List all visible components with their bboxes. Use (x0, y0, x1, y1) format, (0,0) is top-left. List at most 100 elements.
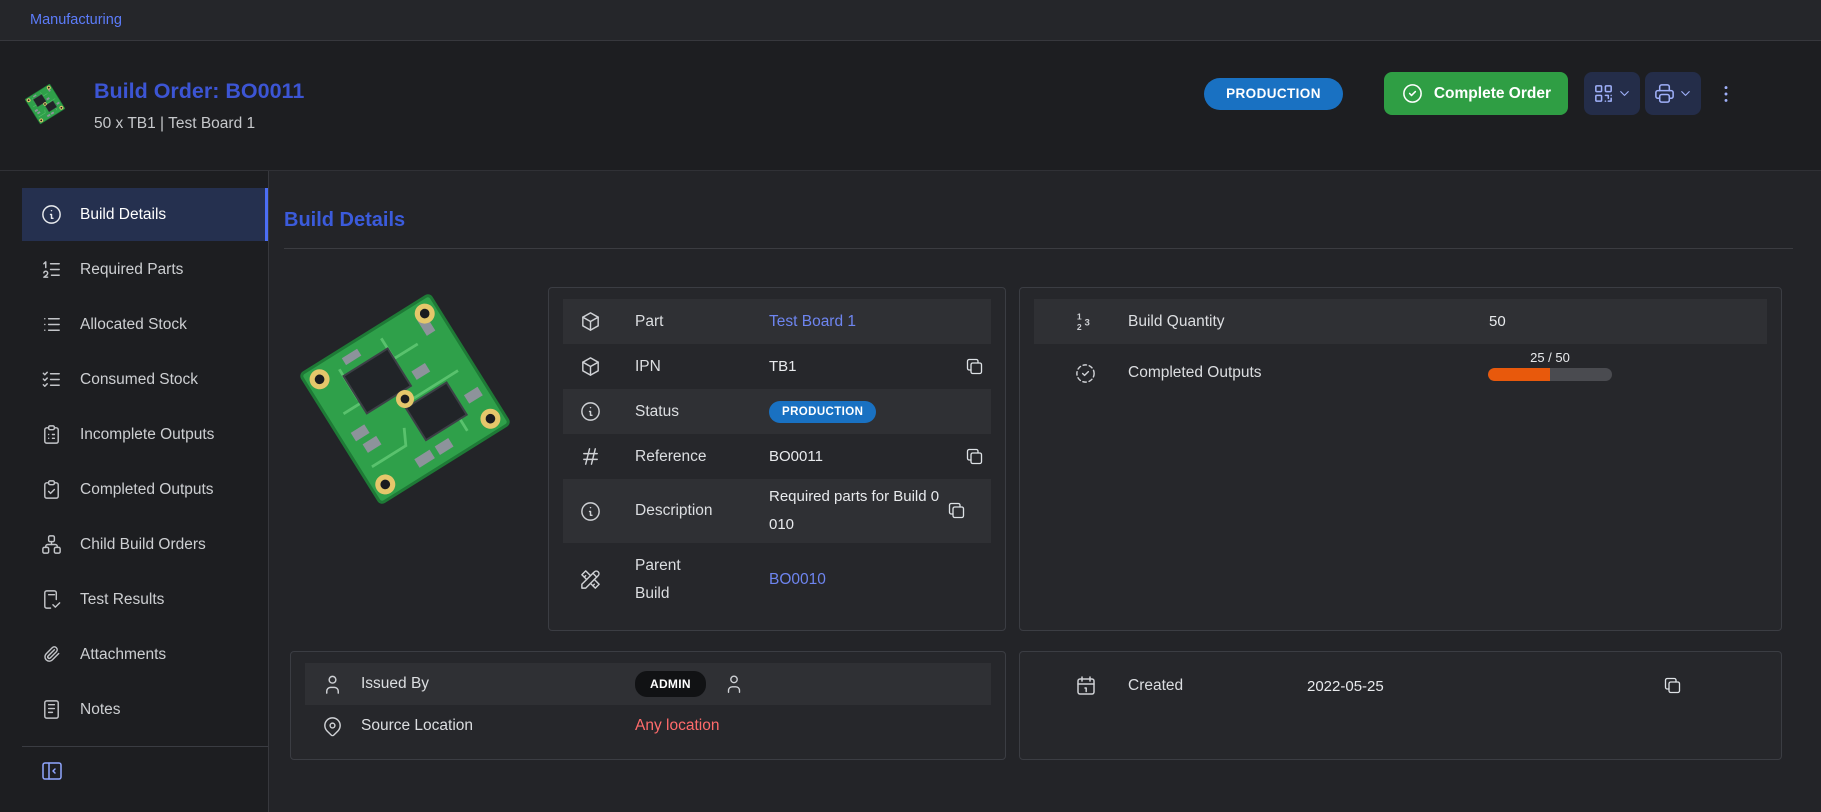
header-actions: PRODUCTION Complete Order (1204, 72, 1737, 115)
status-badge: PRODUCTION (769, 401, 876, 423)
breadcrumb-manufacturing-link[interactable]: Manufacturing (30, 12, 122, 28)
sidebar-item-label: Allocated Stock (80, 316, 187, 334)
copy-button[interactable] (963, 356, 985, 378)
part-image (285, 279, 525, 519)
sidebar-item-incomplete-outputs[interactable]: Incomplete Outputs (22, 408, 268, 461)
created-value: 2022-05-25 (1307, 678, 1384, 695)
table-row-parent-build: Parent Build BO0010 (563, 543, 991, 616)
sidebar-item-build-details[interactable]: Build Details (22, 188, 268, 241)
description-value: Required parts for Build 0010 (769, 483, 945, 539)
sidebar-item-notes[interactable]: Notes (22, 683, 268, 736)
map-pin-icon (321, 715, 344, 738)
table-row-part: Part Test Board 1 (563, 299, 991, 344)
build-order-page: Manufacturing Build Order: BO0011 50 x T… (0, 0, 1821, 812)
copy-icon (946, 500, 967, 521)
box-icon (579, 310, 602, 333)
copy-button[interactable] (945, 500, 967, 522)
page-header: Build Order: BO0011 50 x TB1 | Test Boar… (0, 41, 1821, 170)
list-check-icon (40, 368, 63, 391)
copy-button[interactable] (963, 446, 985, 468)
table-row-created: Created 2022-05-25 (1034, 663, 1767, 709)
chevron-down-icon (1617, 86, 1632, 101)
copy-button[interactable] (1661, 675, 1683, 697)
sidebar-item-label: Build Details (80, 206, 166, 224)
info-circle-icon (579, 500, 602, 523)
user-icon (723, 673, 745, 695)
sidebar-collapse-button[interactable] (40, 759, 64, 786)
issued-by-card: Issued By ADMIN Source Location Any loca… (290, 651, 1006, 760)
info-circle-icon (579, 400, 602, 423)
source-location-value: Any location (635, 717, 719, 735)
row-label: Created (1128, 677, 1183, 695)
complete-order-label: Complete Order (1434, 85, 1551, 103)
sidebar-item-child-build-orders[interactable]: Child Build Orders (22, 518, 268, 571)
sidebar-item-label: Incomplete Outputs (80, 426, 214, 444)
progress-fill (1488, 368, 1550, 381)
sidebar: Build Details Required Parts Allocated S… (0, 171, 269, 812)
sidebar-item-required-parts[interactable]: Required Parts (22, 243, 268, 296)
main-panel: Build Details Part Test Board 1 IPN TB1 (269, 171, 1821, 812)
sidebar-item-allocated-stock[interactable]: Allocated Stock (22, 298, 268, 351)
progress-track (1488, 368, 1612, 381)
table-row-reference: Reference BO0011 (563, 434, 991, 479)
issued-by-badge: ADMIN (635, 671, 706, 697)
sidebar-item-label: Consumed Stock (80, 371, 198, 389)
info-circle-icon (40, 203, 63, 226)
sidebar-item-label: Completed Outputs (80, 481, 214, 499)
sidebar-item-test-results[interactable]: Test Results (22, 573, 268, 626)
list-numbers-icon (40, 258, 63, 281)
sidebar-item-attachments[interactable]: Attachments (22, 628, 268, 681)
row-label: Source Location (361, 717, 473, 735)
sidebar-item-label: Required Parts (80, 261, 183, 279)
sidebar-item-completed-outputs[interactable]: Completed Outputs (22, 463, 268, 516)
build-quantity-card: Build Quantity 50 Completed Outputs 25 /… (1019, 287, 1782, 631)
row-label: IPN (635, 358, 769, 376)
sidebar-item-label: Attachments (80, 646, 166, 664)
paperclip-icon (40, 643, 63, 666)
panel-title: Build Details (269, 171, 1821, 232)
copy-icon (964, 356, 985, 377)
user-icon (321, 673, 344, 696)
build-quantity-value: 50 (1489, 313, 1506, 330)
more-actions-button[interactable] (1715, 79, 1737, 109)
progress-label: 25 / 50 (1488, 350, 1612, 365)
sidebar-item-label: Test Results (80, 591, 164, 609)
barcode-actions-button[interactable] (1584, 72, 1640, 115)
sidebar-item-label: Child Build Orders (80, 536, 206, 554)
part-link[interactable]: Test Board 1 (769, 313, 856, 330)
reference-value: BO0011 (769, 448, 963, 465)
title-block: Build Order: BO0011 50 x TB1 | Test Boar… (94, 79, 304, 133)
table-row-source-location: Source Location Any location (305, 705, 991, 747)
copy-icon (1662, 675, 1683, 696)
complete-order-button[interactable]: Complete Order (1384, 72, 1568, 115)
sidebar-collapse-icon (40, 759, 64, 783)
row-label: Status (635, 403, 769, 421)
build-details-card: Part Test Board 1 IPN TB1 Status PRODUCT… (548, 287, 1006, 631)
qrcode-icon (1592, 82, 1615, 105)
row-label: Issued By (361, 675, 429, 693)
row-label: Completed Outputs (1128, 364, 1262, 382)
sidebar-item-label: Notes (80, 701, 121, 719)
parent-build-link[interactable]: BO0010 (769, 571, 826, 588)
file-check-icon (40, 588, 63, 611)
tools-icon (579, 568, 602, 591)
table-row-description: Description Required parts for Build 001… (563, 479, 991, 543)
notes-icon (40, 698, 63, 721)
page-subtitle: 50 x TB1 | Test Board 1 (94, 115, 304, 133)
row-label: Part (635, 313, 769, 331)
print-actions-button[interactable] (1645, 72, 1701, 115)
sidebar-item-consumed-stock[interactable]: Consumed Stock (22, 353, 268, 406)
circle-check-icon (1401, 82, 1424, 105)
table-row-issued-by: Issued By ADMIN (305, 663, 991, 705)
table-row-build-quantity: Build Quantity 50 (1034, 299, 1767, 344)
sidebar-divider (22, 746, 268, 747)
part-thumbnail-image (22, 81, 68, 127)
created-card: Created 2022-05-25 (1019, 651, 1782, 760)
table-row-completed-outputs: Completed Outputs 25 / 50 (1034, 344, 1767, 402)
printer-icon (1653, 82, 1676, 105)
chevron-down-icon (1678, 86, 1693, 101)
row-label: Reference (635, 448, 769, 466)
list-icon (40, 313, 63, 336)
ipn-value: TB1 (769, 358, 963, 375)
box-icon (579, 355, 602, 378)
